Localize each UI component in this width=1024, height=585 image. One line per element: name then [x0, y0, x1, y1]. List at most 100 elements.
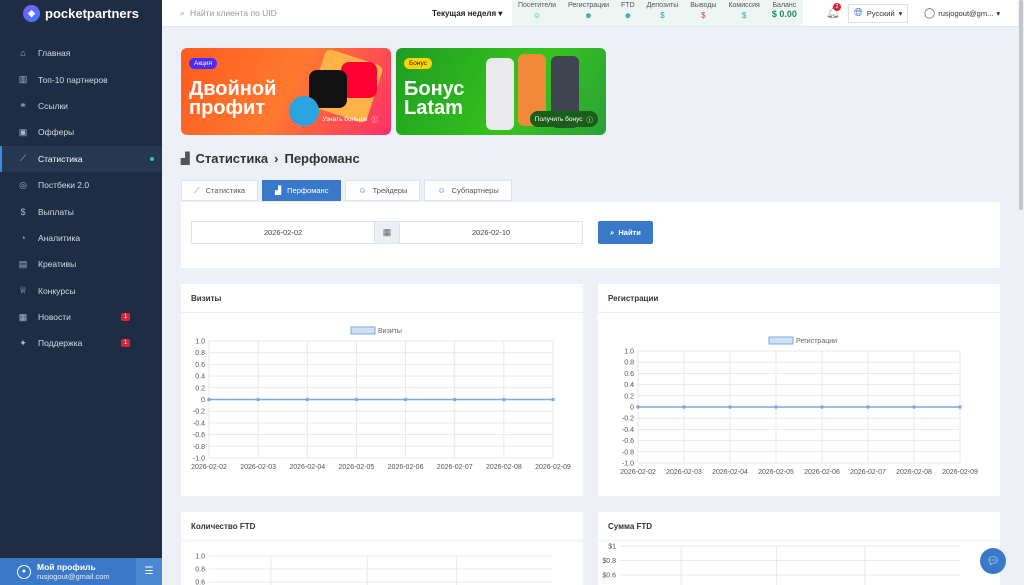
- user-menu[interactable]: ◯ rusjogout@gm... ▾: [920, 4, 1004, 23]
- search-input[interactable]: ⌕ Найти клиента по UID: [162, 8, 412, 19]
- y-tick-label: -0.2: [622, 416, 634, 423]
- stat-item: Депозиты $: [641, 0, 685, 26]
- y-tick-label: -0.2: [193, 409, 205, 416]
- date-from-input[interactable]: 2026-02-02: [191, 221, 375, 244]
- count-badge: 1: [121, 339, 131, 348]
- area-chart-icon: ▟: [275, 186, 282, 195]
- logo[interactable]: ◆ pocketpartners: [0, 0, 162, 26]
- calendar-icon[interactable]: ▦: [374, 221, 400, 244]
- search-icon: ⌕: [610, 227, 615, 237]
- x-tick-label: 2026-02-03: [666, 469, 702, 476]
- filter-card: 2026-02-02 ▦ 2026-02-10 ⌕ Найти: [181, 202, 1000, 268]
- y-tick-label: -1.0: [622, 461, 634, 468]
- stat-value: $: [701, 11, 706, 20]
- chart-card-ftd-count: Количество FTD 1.0 0.8 0.6: [181, 512, 583, 585]
- support-icon: ✦: [19, 337, 27, 348]
- y-tick-label: 0.8: [195, 350, 205, 357]
- search-placeholder: Найти клиента по UID: [190, 8, 277, 18]
- stat-value: $: [660, 11, 665, 20]
- chart-card-visits: Визиты Визиты 1.0 0.8 0.6 0.4 0.2 0 -0.2 -0.4 -0.…: [181, 284, 583, 496]
- x-tick-label: 2026-02-07: [850, 469, 886, 476]
- sidebar-item[interactable]: ✦ Поддержка 1: [0, 330, 162, 356]
- y-tick-label: 1.0: [195, 554, 205, 561]
- notification-badge: 2: [833, 3, 841, 11]
- tab[interactable]: ▟ Перфоманс: [262, 180, 342, 201]
- sidebar-item[interactable]: ▦ Новости 1: [0, 304, 162, 330]
- chat-icon[interactable]: 💬︎: [980, 548, 1006, 574]
- globe-icon: 🌐︎: [854, 7, 863, 19]
- period-dropdown[interactable]: Текущая неделя ▾: [432, 9, 502, 18]
- chart-ftd-count: 1.0 0.8 0.6: [195, 554, 553, 585]
- chart-title: Регистрации: [598, 284, 1000, 313]
- x-tick-label: 2026-02-03: [240, 464, 276, 471]
- date-to-input[interactable]: 2026-02-10: [399, 221, 583, 244]
- banner-button[interactable]: Получить бонус ⓘ: [529, 111, 598, 127]
- sidebar-item-label: Аналитика: [38, 232, 81, 243]
- x-tick-label: 2026-02-05: [758, 469, 794, 476]
- data-point: [207, 397, 211, 402]
- users-icon: ☻: [623, 11, 633, 20]
- sidebar-item[interactable]: $ Выплаты: [0, 198, 162, 224]
- stat-label: Выводы: [690, 2, 717, 9]
- data-point: [452, 397, 457, 402]
- y-tick-label: 0.6: [195, 580, 205, 585]
- sidebar: ◆ pocketpartners ⌂ Главная ▥ Топ-10 партнер…: [0, 0, 162, 585]
- tab-label: Трейдеры: [372, 186, 408, 195]
- area-chart-icon: ▟: [181, 153, 190, 165]
- x-tick-label: 2026-02-08: [486, 464, 522, 471]
- bell-icon[interactable]: 🔔︎ 2: [826, 3, 841, 19]
- language-label: Русский: [866, 9, 895, 18]
- sidebar-item[interactable]: ⌂ Главная: [0, 40, 162, 66]
- promo-banner-latam-bonus[interactable]: Бонус Бонус Latam Получить бонус ⓘ: [396, 48, 606, 135]
- tabs: ⟋ Статистика ▟ Перфоманс ☺ Трейдеры ☺ Субпартне…: [181, 180, 512, 201]
- topbar: ⌕ Найти клиента по UID Текущая неделя ▾ …: [162, 0, 1024, 27]
- y-tick-label: -0.8: [622, 449, 634, 456]
- chart-title: Сумма FTD: [598, 512, 1000, 541]
- sidebar-item[interactable]: ◎ Постбеки 2.0: [0, 172, 162, 198]
- sidebar-item[interactable]: ◔ Аналитика: [0, 225, 162, 251]
- tab-label: Перфоманс: [287, 186, 329, 195]
- sidebar-item-label: Офферы: [38, 127, 75, 138]
- sidebar-item[interactable]: ▥ Топ-10 партнеров: [0, 66, 162, 92]
- tab[interactable]: ☺ Трейдеры: [345, 180, 421, 201]
- data-point: [551, 397, 555, 402]
- collapse-sidebar-icon[interactable]: ☰: [136, 558, 162, 585]
- x-tick-label: 2026-02-04: [289, 464, 325, 471]
- tab[interactable]: ⟋ Статистика: [181, 180, 258, 201]
- find-button[interactable]: ⌕ Найти: [598, 221, 653, 244]
- sidebar-item[interactable]: ▣ Офферы: [0, 119, 162, 145]
- y-tick-label: 0.4: [195, 374, 205, 381]
- data-point: [682, 405, 686, 409]
- tab[interactable]: ☺ Субпартнеры: [424, 180, 512, 201]
- chart-registrations: Регистрации 1.0 0.8 0.6 0.4 0.2 0 -0.2 -0.4 -0.6 -…: [620, 336, 978, 476]
- profile-panel[interactable]: ● Мой профиль rusjogout@gmail.com ☰: [0, 558, 162, 585]
- sidebar-item-label: Поддержка: [38, 338, 83, 349]
- logo-icon: ◆: [23, 4, 41, 22]
- legend-label: Регистрации: [796, 338, 837, 345]
- user-icon: ☺: [532, 11, 542, 20]
- sidebar-item[interactable]: ♕ Конкурсы: [0, 278, 162, 304]
- banner-button[interactable]: Узнать больше ⓘ: [317, 111, 383, 127]
- sidebar-item[interactable]: ⟋ Статистика: [0, 145, 162, 172]
- sidebar-item[interactable]: ⚭ Ссылки: [0, 93, 162, 119]
- promo-banner-double-profit[interactable]: Акция Двойной профит Узнать больше ⓘ: [181, 48, 391, 135]
- globe-icon: ◎: [19, 179, 27, 190]
- legend-swatch: [768, 336, 794, 345]
- language-dropdown[interactable]: 🌐︎ Русский ▾: [848, 4, 909, 23]
- y-tick-label: 0: [201, 397, 205, 404]
- sidebar-item-label: Главная: [38, 48, 71, 59]
- avatar-icon: ●: [17, 564, 31, 579]
- breadcrumb-separator: ›: [274, 151, 279, 166]
- y-tick-label: -1.0: [193, 456, 205, 463]
- page-subtitle: Перфоманс: [284, 151, 360, 166]
- page-scrollbar[interactable]: [1018, 0, 1024, 585]
- sidebar-item[interactable]: ▤ Креативы: [0, 251, 162, 277]
- y-tick-label: 0.6: [195, 362, 205, 369]
- data-point: [354, 397, 359, 402]
- sidebar-item-label: Постбеки 2.0: [38, 180, 90, 191]
- banner-tag: Бонус: [404, 58, 432, 69]
- y-tick-label: $1: [608, 544, 616, 551]
- period-label: Текущая неделя: [432, 8, 497, 18]
- home-icon: ⌂: [20, 48, 26, 59]
- scrollbar-thumb[interactable]: [1019, 0, 1023, 210]
